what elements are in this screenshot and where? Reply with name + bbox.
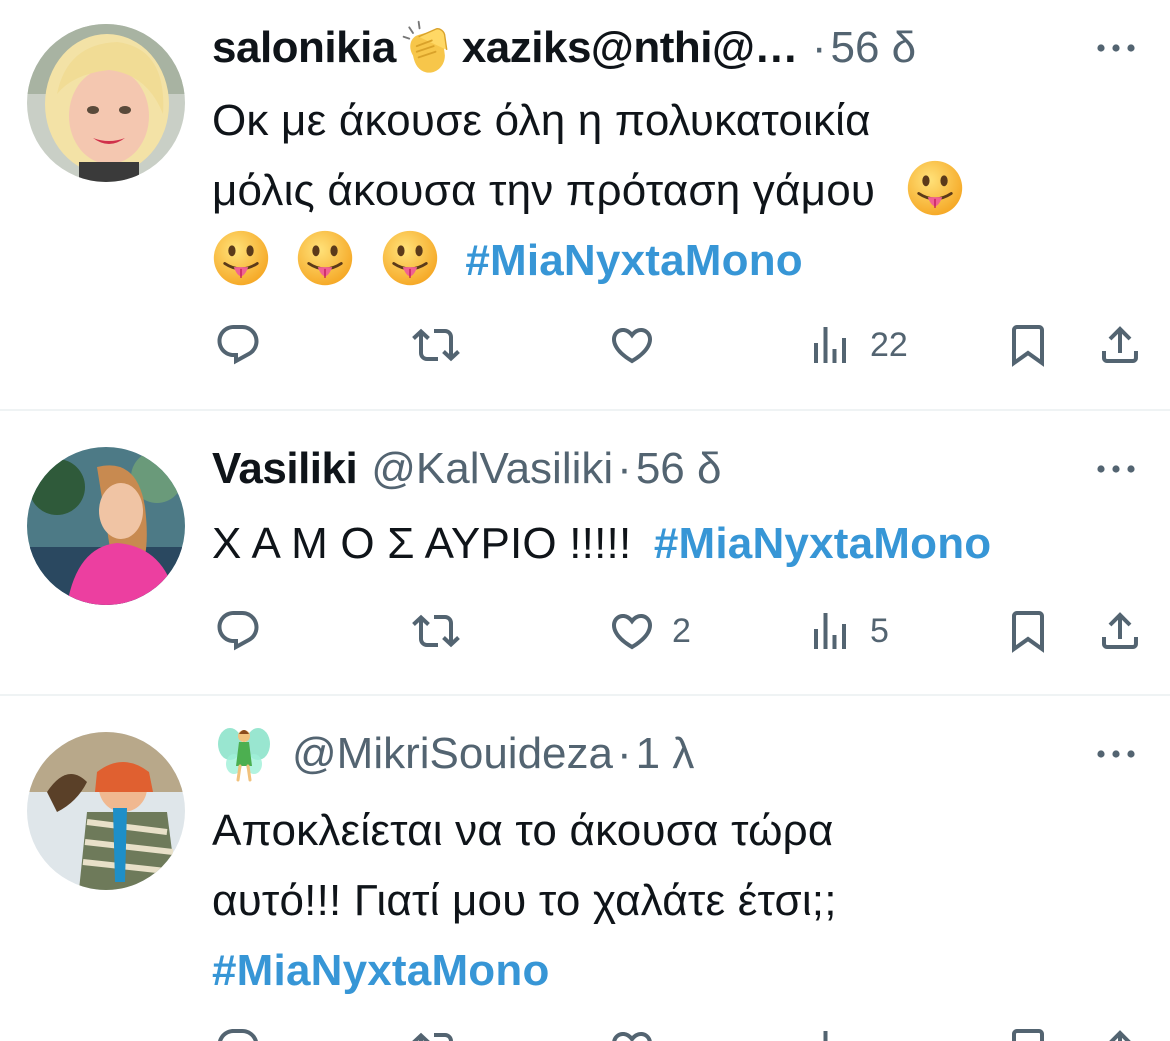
more-options-icon[interactable]	[1096, 42, 1136, 54]
more-options-icon[interactable]	[1096, 748, 1136, 760]
avatar[interactable]	[27, 24, 185, 182]
like-count: 2	[672, 611, 691, 650]
like-button[interactable]	[608, 1024, 656, 1041]
retweet-button[interactable]	[412, 1024, 460, 1041]
retweet-button[interactable]	[412, 606, 460, 656]
reply-button[interactable]	[214, 606, 262, 656]
views-button[interactable]: 22	[806, 320, 908, 370]
share-button[interactable]	[1096, 1024, 1144, 1041]
bookmark-icon	[1004, 321, 1052, 369]
tweet-text-line: #MiaNyxtaMono	[212, 226, 1130, 296]
reply-button[interactable]	[214, 1024, 262, 1041]
views-icon	[806, 321, 854, 369]
separator-dot: ·	[811, 23, 827, 72]
retweet-button[interactable]	[412, 320, 460, 370]
tongue-out-face-icon	[906, 159, 964, 217]
heart-icon	[608, 321, 656, 369]
views-button[interactable]: 5	[806, 606, 889, 656]
reply-icon	[214, 607, 262, 655]
heart-icon	[608, 607, 656, 655]
tongue-out-face-icon	[296, 229, 354, 287]
display-name-suffix[interactable]: xaziks@nthi@…	[462, 23, 799, 73]
avatar[interactable]	[27, 447, 185, 605]
like-button[interactable]	[608, 320, 656, 370]
hashtag-link[interactable]: #MiaNyxtaMono	[212, 946, 550, 995]
fairy-icon	[212, 722, 276, 786]
display-name[interactable]: Vasiliki	[212, 444, 358, 494]
like-button[interactable]: 2	[608, 606, 691, 656]
share-button[interactable]	[1096, 606, 1144, 656]
retweet-icon	[412, 321, 460, 369]
hashtag-link[interactable]: #MiaNyxtaMono	[465, 236, 803, 285]
tweet-text-line: Οκ με άκουσε όλη η πολυκατοικία	[212, 96, 871, 145]
tweet-text: Χ Α Μ Ο Σ ΑΥΡΙΟ !!!!! #MiaNyxtaMono	[212, 509, 1130, 579]
share-icon	[1096, 321, 1144, 369]
tweet-text-line: #MiaNyxtaMono	[212, 936, 1130, 1006]
views-icon	[806, 1025, 854, 1041]
tweet-actions: 2 5	[0, 606, 1170, 656]
bookmark-button[interactable]	[1004, 606, 1052, 656]
more-options-icon[interactable]	[1096, 463, 1136, 475]
bookmark-icon	[1004, 1025, 1052, 1041]
avatar[interactable]	[27, 732, 185, 890]
tweet[interactable]: Vasiliki @KalVasiliki · 56 δ Χ Α Μ Ο Σ Α…	[0, 411, 1170, 694]
share-button[interactable]	[1096, 320, 1144, 370]
tweet-text-line: αυτό!!! Γιατί μου το χαλάτε έτσι;;	[212, 876, 837, 925]
views-icon	[806, 607, 854, 655]
views-button[interactable]	[806, 1024, 854, 1041]
hashtag-link[interactable]: #MiaNyxtaMono	[654, 519, 992, 568]
display-name[interactable]: salonikia	[212, 23, 396, 73]
tweet-text: Αποκλείεται να το άκουσα τώρα αυτό!!! Γι…	[212, 796, 1130, 1006]
user-handle[interactable]: @KalVasiliki	[371, 444, 613, 494]
tweet-text-segment: μόλις άκουσα την πρόταση γάμου	[212, 166, 876, 215]
timestamp[interactable]: 56 δ	[831, 23, 917, 73]
tweet-text-line: μόλις άκουσα την πρόταση γάμου	[212, 156, 1130, 226]
tweet-header: Vasiliki @KalVasiliki · 56 δ	[212, 441, 1170, 497]
tweet[interactable]: @MikriSouideza · 1 λ Αποκλείεται να το ά…	[0, 696, 1170, 1041]
heart-icon	[608, 1025, 656, 1041]
tongue-out-face-icon	[381, 229, 439, 287]
tweet-text-line: Αποκλείεται να το άκουσα τώρα	[212, 806, 834, 855]
tongue-out-face-icon	[212, 229, 270, 287]
retweet-icon	[412, 607, 460, 655]
timestamp[interactable]: 1 λ	[636, 729, 695, 779]
bookmark-button[interactable]	[1004, 1024, 1052, 1041]
reply-icon	[214, 1025, 262, 1041]
tweet-actions: 22	[0, 320, 1170, 370]
retweet-icon	[412, 1025, 460, 1041]
views-count: 5	[870, 611, 889, 650]
tweet-text-segment: Χ Α Μ Ο Σ ΑΥΡΙΟ !!!!!	[212, 519, 632, 568]
tweet-actions	[0, 1024, 1170, 1041]
reply-icon	[214, 321, 262, 369]
user-handle[interactable]: @MikriSouideza	[292, 729, 613, 779]
share-icon	[1096, 607, 1144, 655]
clapping-hands-icon	[398, 18, 458, 78]
reply-button[interactable]	[214, 320, 262, 370]
tweet-text: Οκ με άκουσε όλη η πολυκατοικία μόλις άκ…	[212, 86, 1130, 296]
separator-dot: ·	[617, 729, 632, 778]
tweet-header: salonikia xaziks@nthi@… · 56 δ	[212, 20, 1170, 76]
views-count: 22	[870, 325, 908, 364]
timestamp[interactable]: 56 δ	[636, 444, 722, 494]
separator-dot: ·	[617, 444, 632, 493]
tweet-header: @MikriSouideza · 1 λ	[212, 726, 1170, 782]
bookmark-button[interactable]	[1004, 320, 1052, 370]
bookmark-icon	[1004, 607, 1052, 655]
tweet[interactable]: salonikia xaziks@nthi@… · 56 δ Οκ με άκο…	[0, 0, 1170, 410]
share-icon	[1096, 1025, 1144, 1041]
